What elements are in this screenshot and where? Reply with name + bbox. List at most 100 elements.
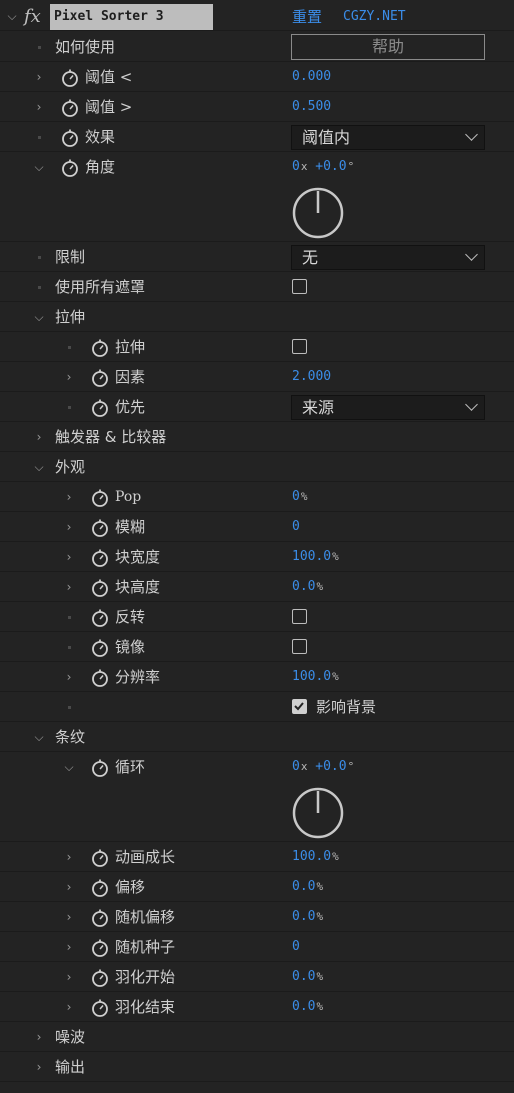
threshold-high-value[interactable]: 0.500 <box>292 92 331 122</box>
random-seed-value[interactable]: 0 <box>292 932 300 962</box>
block-height-value[interactable]: 0.0% <box>292 572 323 602</box>
bullet <box>68 616 71 619</box>
stopwatch-icon[interactable] <box>90 908 110 928</box>
pop-value[interactable]: 0% <box>292 482 307 512</box>
chevron-right-icon[interactable]: › <box>63 551 75 563</box>
chevron-down-icon[interactable]: ⌵ <box>33 161 45 173</box>
stopwatch-icon[interactable] <box>90 338 110 358</box>
stopwatch-icon[interactable] <box>90 848 110 868</box>
block-width-value[interactable]: 100.0% <box>292 542 339 572</box>
chevron-right-icon[interactable]: › <box>63 671 75 683</box>
chevron-down-icon[interactable]: ⌵ <box>63 761 75 773</box>
use-all-masks-label: 使用所有遮罩 <box>55 278 146 296</box>
feather-end-label: 羽化结束 <box>115 998 176 1016</box>
threshold-low-value[interactable]: 0.000 <box>292 62 331 92</box>
invert-checkbox[interactable] <box>292 609 307 624</box>
chevron-right-icon[interactable]: › <box>63 851 75 863</box>
random-offset-unit: % <box>316 910 324 923</box>
stopwatch-icon[interactable] <box>90 608 110 628</box>
limit-dropdown[interactable]: 无 <box>291 245 485 270</box>
chevron-down-icon[interactable]: ⌵ <box>33 461 45 473</box>
output-label: 输出 <box>55 1058 86 1076</box>
stretch-group-label: 拉伸 <box>55 308 86 326</box>
feather-end-value[interactable]: 0.0% <box>292 992 323 1022</box>
offset-value[interactable]: 0.0% <box>292 872 323 902</box>
stopwatch-icon[interactable] <box>90 368 110 388</box>
chevron-down-icon[interactable]: ⌵ <box>33 311 45 323</box>
chevron-right-icon[interactable]: › <box>63 521 75 533</box>
stretch-checkbox[interactable] <box>292 339 307 354</box>
chevron-right-icon[interactable]: › <box>33 1031 45 1043</box>
effect-dropdown[interactable]: 阈值内 <box>291 125 485 150</box>
feather-start-value[interactable]: 0.0% <box>292 962 323 992</box>
stopwatch-icon[interactable] <box>90 878 110 898</box>
fx-icon[interactable]: fx <box>24 3 41 31</box>
chevron-right-icon[interactable]: › <box>33 1061 45 1073</box>
angle-rev-unit: x <box>300 160 308 173</box>
stopwatch-icon[interactable] <box>60 68 80 88</box>
stopwatch-icon[interactable] <box>60 158 80 178</box>
effect-name: Pixel Sorter 3 <box>54 9 164 24</box>
stopwatch-icon[interactable] <box>90 638 110 658</box>
loop-value[interactable]: 0x +0.0° <box>292 752 354 782</box>
stopwatch-icon[interactable] <box>60 128 80 148</box>
angle-deg-unit: ° <box>347 160 355 173</box>
blur-value[interactable]: 0 <box>292 512 300 542</box>
bullet <box>68 406 71 409</box>
factor-value[interactable]: 2.000 <box>292 362 331 392</box>
brand-link[interactable]: CGZY.NET <box>343 3 406 31</box>
feather-start-label: 羽化开始 <box>115 968 176 986</box>
chevron-right-icon[interactable]: › <box>63 491 75 503</box>
bullet <box>68 706 71 709</box>
stopwatch-icon[interactable] <box>60 98 80 118</box>
chevron-down-icon[interactable]: ⌵ <box>33 731 45 743</box>
stopwatch-icon[interactable] <box>90 758 110 778</box>
stopwatch-icon[interactable] <box>90 488 110 508</box>
stopwatch-icon[interactable] <box>90 518 110 538</box>
stopwatch-icon[interactable] <box>90 578 110 598</box>
stopwatch-icon[interactable] <box>90 668 110 688</box>
stopwatch-icon[interactable] <box>90 938 110 958</box>
row-block-height: › 块高度 0.0% <box>0 572 514 602</box>
angle-value[interactable]: 0x +0.0° <box>292 152 354 182</box>
chevron-right-icon[interactable]: › <box>63 911 75 923</box>
bullet <box>38 286 41 289</box>
row-block-width: › 块宽度 100.0% <box>0 542 514 572</box>
row-threshold-high: › 阈值 > 0.500 <box>0 92 514 122</box>
random-offset-label: 随机偏移 <box>115 908 176 926</box>
stopwatch-icon[interactable] <box>90 998 110 1018</box>
stopwatch-icon[interactable] <box>90 968 110 988</box>
offset-label: 偏移 <box>115 878 146 896</box>
chevron-right-icon[interactable]: › <box>63 971 75 983</box>
chevron-right-icon[interactable]: › <box>63 581 75 593</box>
chevron-down-icon[interactable]: ⌵ <box>6 10 18 22</box>
loop-dial[interactable] <box>291 786 345 840</box>
chevron-down-icon <box>465 248 478 261</box>
help-button[interactable]: 帮助 <box>291 34 485 60</box>
chevron-right-icon[interactable]: › <box>63 371 75 383</box>
affect-background-checkbox[interactable] <box>292 699 307 714</box>
stopwatch-icon[interactable] <box>90 548 110 568</box>
priority-dropdown[interactable]: 来源 <box>291 395 485 420</box>
how-to-label: 如何使用 <box>55 38 116 56</box>
chevron-right-icon[interactable]: › <box>63 1001 75 1013</box>
chevron-right-icon[interactable]: › <box>33 101 45 113</box>
stopwatch-icon[interactable] <box>90 398 110 418</box>
random-offset-value[interactable]: 0.0% <box>292 902 323 932</box>
chevron-right-icon[interactable]: › <box>63 941 75 953</box>
block-width-number: 100.0 <box>292 549 332 564</box>
row-angle: ⌵ 角度 0x +0.0° <box>0 152 514 242</box>
resolution-number: 100.0 <box>292 669 332 684</box>
row-affect-background: 影响背景 <box>0 692 514 722</box>
resolution-value[interactable]: 100.0% <box>292 662 339 692</box>
chevron-right-icon[interactable]: › <box>33 431 45 443</box>
reset-link[interactable]: 重置 <box>292 3 322 31</box>
chevron-right-icon[interactable]: › <box>33 71 45 83</box>
mirror-checkbox[interactable] <box>292 639 307 654</box>
chevron-right-icon[interactable]: › <box>63 881 75 893</box>
angle-dial[interactable] <box>291 186 345 240</box>
chevron-down-icon <box>465 398 478 411</box>
use-all-masks-checkbox[interactable] <box>292 279 307 294</box>
anim-growth-value[interactable]: 100.0% <box>292 842 339 872</box>
effect-name-field[interactable]: Pixel Sorter 3 <box>50 4 213 30</box>
